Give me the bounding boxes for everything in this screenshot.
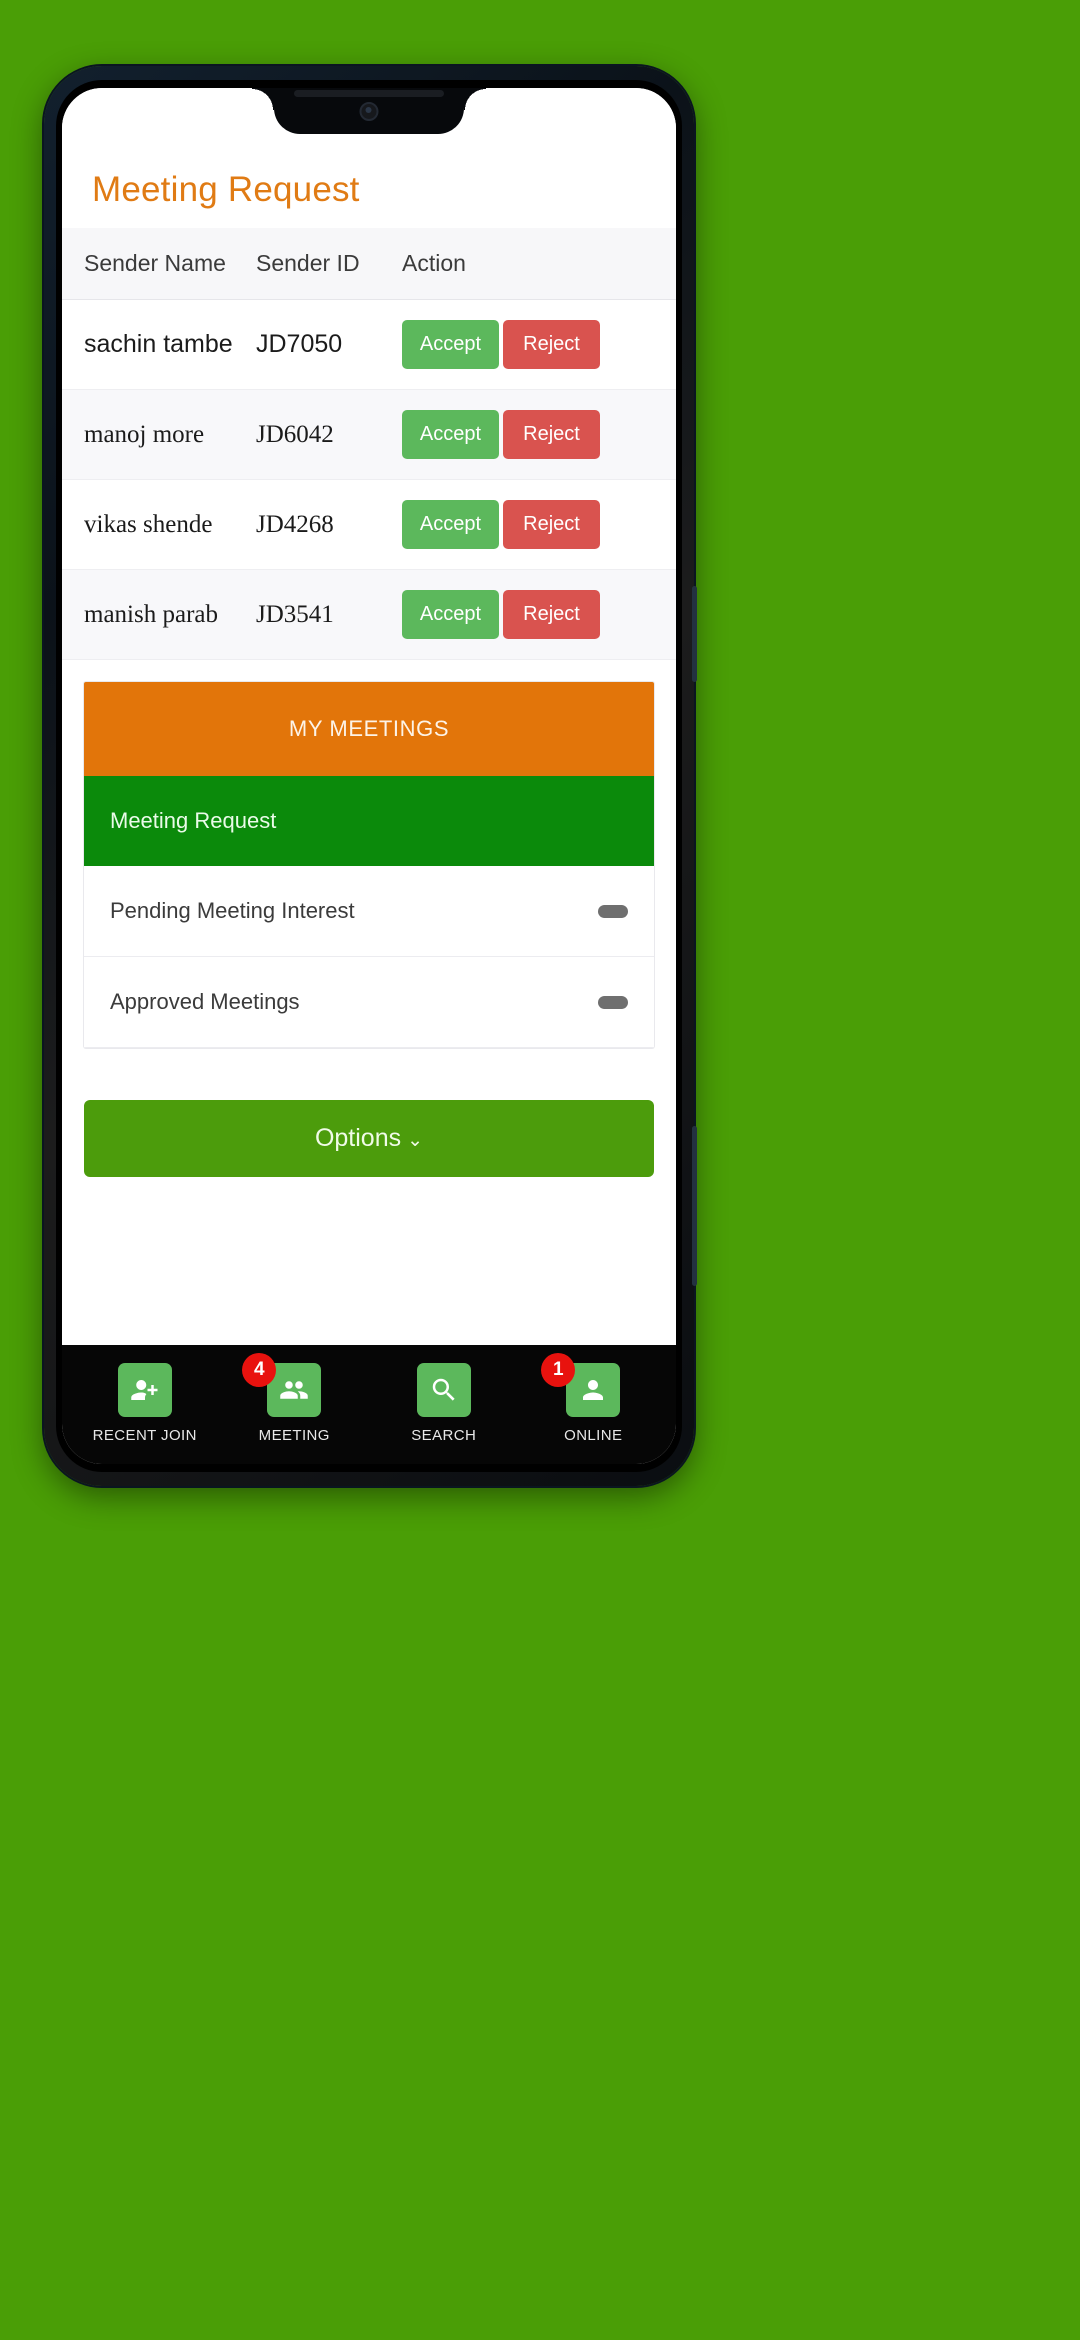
cell-sender-id: JD7050 (256, 299, 402, 390)
front-camera-icon (359, 102, 379, 121)
options-button-label: Options (314, 1124, 402, 1152)
meeting-list-item-meeting-request[interactable]: Meeting Request (84, 776, 654, 866)
column-header-action: Action (402, 228, 676, 300)
phone-device-frame: Meeting Request Sender Name Sender ID Ac… (44, 66, 697, 1486)
nav-item-label: SEARCH (411, 1427, 477, 1444)
table-row: vikas shende JD4268 Accept Reject (62, 479, 676, 570)
reject-button[interactable]: Reject (503, 500, 600, 549)
reject-button[interactable]: Reject (503, 320, 600, 369)
volume-button[interactable] (692, 1126, 697, 1286)
cell-sender-name: manoj more (62, 389, 256, 480)
my-meetings-panel: MY MEETINGS Meeting Request Pending Meet… (84, 682, 654, 1048)
nav-item-label: MEETING (258, 1427, 330, 1444)
nav-item-meeting[interactable]: 4 MEETING (220, 1353, 370, 1444)
options-button[interactable]: Options ⌄ (84, 1100, 654, 1177)
accept-button[interactable]: Accept (402, 590, 499, 639)
reject-button[interactable]: Reject (503, 410, 600, 459)
meeting-list-item-label: Meeting Request (110, 808, 277, 833)
nav-badge-online: 1 (541, 1353, 576, 1387)
column-header-sender-id: Sender ID (256, 228, 402, 300)
table-row: manish parab JD3541 Accept Reject (62, 569, 676, 660)
my-meetings-header: MY MEETINGS (84, 682, 654, 776)
nav-item-online[interactable]: 1 ONLINE (519, 1353, 669, 1444)
accept-button[interactable]: Accept (402, 500, 499, 549)
cell-sender-id: JD4268 (256, 479, 402, 570)
table-body: sachin tambe JD7050 Accept Reject manoj m… (62, 299, 676, 660)
accept-button[interactable]: Accept (402, 320, 499, 369)
nav-item-search[interactable]: SEARCH (369, 1363, 519, 1444)
cell-action: Accept Reject (402, 299, 676, 390)
wallpaper-background: Meeting Request Sender Name Sender ID Ac… (0, 0, 1080, 2340)
nav-item-label: RECENT JOIN (92, 1427, 197, 1444)
reject-button[interactable]: Reject (503, 590, 600, 639)
phone-bezel: Meeting Request Sender Name Sender ID Ac… (56, 80, 682, 1472)
table-header-row: Sender Name Sender ID Action (62, 228, 676, 300)
table-row: manoj more JD6042 Accept Reject (62, 389, 676, 480)
phone-screen: Meeting Request Sender Name Sender ID Ac… (62, 88, 676, 1464)
cell-sender-name: vikas shende (62, 479, 256, 570)
bottom-navigation-bar: RECENT JOIN 4 MEETING SEARCH 1 ONLINE (62, 1345, 676, 1464)
table-header: Sender Name Sender ID Action (62, 228, 676, 300)
collapse-toggle-icon[interactable] (598, 904, 628, 918)
cell-action: Accept Reject (402, 479, 676, 570)
app-content: Meeting Request Sender Name Sender ID Ac… (62, 88, 676, 1345)
cell-sender-id: JD3541 (256, 569, 402, 660)
collapse-toggle-icon[interactable] (598, 995, 628, 1009)
table-row: sachin tambe JD7050 Accept Reject (62, 299, 676, 390)
meeting-request-table: Sender Name Sender ID Action sachin tamb… (62, 228, 676, 660)
cell-sender-name: manish parab (62, 569, 256, 660)
user-plus-icon (117, 1363, 172, 1417)
cell-action: Accept Reject (402, 569, 676, 660)
cell-sender-id: JD6042 (256, 389, 402, 480)
accept-button[interactable]: Accept (402, 410, 499, 459)
earpiece-speaker (294, 90, 444, 97)
chevron-down-icon: ⌄ (407, 1130, 424, 1151)
power-button[interactable] (692, 586, 697, 682)
search-icon (416, 1363, 471, 1417)
column-header-sender-name: Sender Name (62, 228, 256, 300)
cell-sender-name: sachin tambe (62, 299, 256, 390)
nav-badge-meeting: 4 (242, 1353, 277, 1387)
meeting-list-item-pending-meeting-interest[interactable]: Pending Meeting Interest (84, 866, 654, 957)
meeting-list-item-label: Pending Meeting Interest (110, 898, 355, 923)
meeting-list-item-label: Approved Meetings (110, 989, 300, 1014)
nav-item-label: ONLINE (564, 1427, 623, 1444)
nav-item-recent-join[interactable]: RECENT JOIN (70, 1363, 220, 1444)
cell-action: Accept Reject (402, 389, 676, 480)
meeting-list-item-approved-meetings[interactable]: Approved Meetings (84, 957, 654, 1048)
